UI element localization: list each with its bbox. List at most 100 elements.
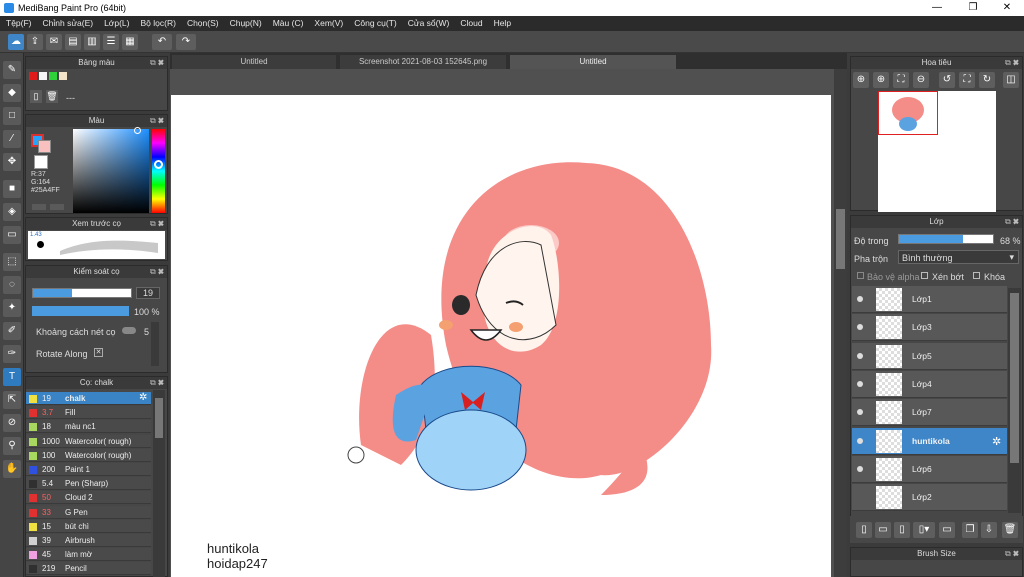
tab-screenshot[interactable]: Screenshot 2021-08-03 152645.png — [340, 55, 506, 69]
secondary-color-swatch[interactable] — [38, 140, 51, 153]
panel-menu-icon[interactable]: ⧉ ✖ — [150, 218, 164, 230]
brush-settings-icon[interactable]: ✲ — [139, 392, 147, 403]
magic-wand-icon[interactable]: ✦ — [3, 299, 21, 317]
zoom-in-icon[interactable]: ⊕ — [853, 72, 869, 88]
clipping-checkbox[interactable] — [921, 272, 928, 279]
panel-menu-icon[interactable]: ⧉ ✖ — [150, 266, 164, 278]
palette-swatch[interactable] — [49, 72, 57, 80]
flip-icon[interactable]: ◫ — [1003, 72, 1019, 88]
rotate-checkbox[interactable]: ✕ — [94, 348, 103, 357]
layer-row[interactable]: Lớp4 — [852, 370, 1007, 398]
layer-list-scrollbar[interactable] — [1008, 288, 1021, 513]
transparent-swatch[interactable] — [34, 155, 48, 169]
brush-list-scrollbar[interactable] — [153, 390, 165, 577]
fill-rect-tool-icon[interactable]: ■ — [3, 180, 21, 198]
color-picker-handle[interactable] — [134, 127, 141, 134]
select-tool-icon[interactable]: ⬚ — [3, 253, 21, 271]
eye-icon[interactable] — [857, 296, 863, 302]
add-layer-menu-icon[interactable]: ▯▾ — [913, 522, 935, 538]
duplicate-layer-icon[interactable]: ❐ — [962, 522, 978, 538]
new-8bit-layer-icon[interactable]: ▯ — [894, 522, 910, 538]
menu-filter[interactable]: Bộ lọc(R) — [135, 16, 181, 28]
new-halftone-layer-icon[interactable]: ▭ — [875, 522, 891, 538]
brush-opacity-slider[interactable] — [32, 306, 129, 316]
panel-menu-icon[interactable]: ⧉ ✖ — [1005, 548, 1019, 560]
eyedropper-icon[interactable]: ⚲ — [3, 437, 21, 455]
hue-handle[interactable] — [154, 160, 163, 169]
protect-alpha-checkbox[interactable] — [857, 272, 864, 279]
hue-slider[interactable] — [152, 129, 165, 213]
canvas-scrollbar[interactable] — [834, 69, 847, 577]
redo-icon[interactable]: ↷ — [176, 34, 196, 50]
eye-icon[interactable] — [857, 437, 863, 444]
panel-menu-icon[interactable]: ⧉ ✖ — [1005, 216, 1019, 228]
rotate-left-icon[interactable]: ↺ — [939, 72, 955, 88]
brush-item[interactable]: 33 G Pen — [26, 505, 151, 519]
menu-snap[interactable]: Chụp(N) — [224, 16, 267, 28]
maximize-button[interactable]: ❐ — [956, 0, 990, 16]
zoom-out-icon[interactable]: ⊖ — [913, 72, 929, 88]
brush-control-scrollbar[interactable] — [151, 322, 159, 366]
brush-item[interactable]: 50 Cloud 2 — [26, 491, 151, 505]
brush-item[interactable]: 200 Paint 1 — [26, 463, 151, 476]
eye-icon[interactable] — [857, 409, 863, 416]
eye-icon[interactable] — [857, 465, 863, 472]
layer-row[interactable]: Lớp5 — [852, 342, 1007, 370]
dot-tool-icon[interactable]: ⁄ — [3, 130, 21, 148]
brush-item[interactable]: 100 Watercolor( rough) — [26, 448, 151, 462]
layer-row[interactable]: Lớp3 — [852, 314, 1007, 342]
list-icon[interactable]: ☰ — [103, 34, 119, 50]
menu-help[interactable]: Help — [488, 16, 516, 28]
new-palette-icon[interactable]: ▯ — [30, 90, 42, 103]
blend-mode-select[interactable]: Bình thường ▾ — [898, 250, 1019, 264]
menu-edit[interactable]: Chỉnh sửa(E) — [37, 16, 99, 28]
layer-row[interactable]: Lớp2 — [852, 484, 1007, 512]
navigator-preview[interactable] — [878, 91, 996, 212]
brush-item[interactable]: 3.7 Fill — [26, 406, 151, 420]
menu-layer[interactable]: Lớp(L) — [98, 16, 134, 28]
folder-icon[interactable]: ▭ — [939, 522, 955, 538]
new-layer-icon[interactable]: ▯ — [856, 522, 872, 538]
fit-icon[interactable]: ⛶ — [893, 72, 909, 88]
grid-icon[interactable]: ▦ — [122, 34, 138, 50]
minimize-button[interactable]: — — [920, 0, 954, 16]
layer-row[interactable]: Lớp1 — [852, 286, 1007, 313]
comment-icon[interactable]: ✉ — [46, 34, 62, 50]
color-mode-button[interactable] — [32, 204, 46, 210]
zoom-in-icon[interactable]: ⊕ — [873, 72, 889, 88]
brush-item[interactable]: 15 bút chì — [26, 519, 151, 533]
layer-settings-icon[interactable]: ✲ — [992, 435, 1001, 448]
panel-menu-icon[interactable]: ⧉ ✖ — [150, 115, 164, 127]
layer-row[interactable]: Lớp7 — [852, 399, 1007, 427]
operation-tool-icon[interactable]: ⇱ — [3, 391, 21, 409]
brush-tool-icon[interactable]: ✎ — [3, 61, 21, 79]
menu-cloud[interactable]: Cloud — [454, 16, 487, 28]
menu-window[interactable]: Cửa sổ(W) — [402, 16, 455, 28]
drawing-canvas[interactable]: huntikola hoidap247 — [171, 95, 831, 577]
move-tool-icon[interactable]: ✥ — [3, 153, 21, 171]
document-icon[interactable]: ▥ — [84, 34, 100, 50]
brush-item[interactable]: 219 Pencil — [26, 562, 151, 576]
saturation-value-picker[interactable] — [73, 129, 149, 213]
palette-swatch[interactable] — [39, 72, 47, 80]
eye-icon[interactable] — [857, 352, 863, 359]
eye-icon[interactable] — [857, 494, 863, 500]
brush-item[interactable]: 19 chalk — [26, 392, 151, 405]
rotate-right-icon[interactable]: ↻ — [979, 72, 995, 88]
panel-menu-icon[interactable]: ⧉ ✖ — [150, 57, 164, 69]
menu-tools[interactable]: Công cụ(T) — [348, 16, 402, 28]
brush-item[interactable]: 39 Airbrush — [26, 534, 151, 547]
bucket-tool-icon[interactable]: ◈ — [3, 203, 21, 221]
close-button[interactable]: ✕ — [990, 0, 1024, 16]
navigator-viewport[interactable] — [878, 91, 938, 135]
cloud-icon[interactable]: ☁ — [8, 34, 24, 50]
gradient-tool-icon[interactable]: ▭ — [3, 226, 21, 244]
brush-item[interactable]: 45 làm mờ — [26, 548, 151, 562]
color-mode-button[interactable] — [50, 204, 64, 210]
tab-untitled-2[interactable]: Untitled — [510, 55, 676, 69]
tab-untitled-1[interactable]: Untitled — [172, 55, 336, 69]
menu-select[interactable]: Chọn(S) — [181, 16, 224, 28]
menu-color[interactable]: Màu (C) — [267, 16, 309, 28]
eye-icon[interactable] — [857, 380, 863, 387]
brush-item[interactable]: 1000 Watercolor( rough) — [26, 434, 151, 448]
